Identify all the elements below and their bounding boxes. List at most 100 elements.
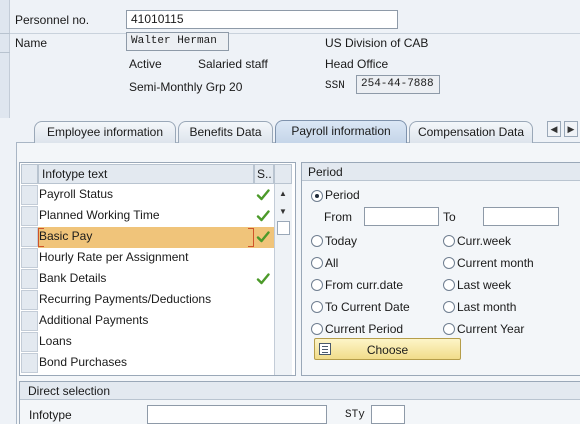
- left-side-strip: [0, 0, 10, 118]
- radio-label: Curr.week: [457, 234, 512, 248]
- column-header-label: S..: [257, 167, 272, 181]
- row-selector[interactable]: [21, 332, 38, 352]
- infotype-label: Basic Pay: [39, 229, 93, 243]
- personnel-no-value: 41010115: [131, 12, 184, 26]
- infotype-label: Hourly Rate per Assignment: [39, 250, 189, 264]
- scroll-down-icon[interactable]: ▼: [277, 206, 289, 218]
- ssn-field: 254-44-7888: [356, 75, 440, 94]
- focus-corner: [248, 228, 254, 247]
- table-row[interactable]: Loans: [38, 332, 274, 353]
- scroll-up-icon[interactable]: ▲: [277, 188, 289, 200]
- personnel-no-label: Personnel no.: [15, 13, 90, 27]
- row-selector[interactable]: [21, 353, 38, 373]
- strip-divider: [0, 33, 10, 34]
- period-group-title: Period: [302, 163, 580, 181]
- radio-label: All: [325, 256, 339, 270]
- employee-name-value: Walter Herman: [131, 35, 217, 47]
- table-row[interactable]: Payroll Status: [38, 185, 274, 206]
- tab-label: Employee information: [46, 125, 164, 139]
- caret-left-icon: ◀: [550, 124, 558, 134]
- employee-group: Salaried staff: [198, 57, 268, 71]
- infotype-label: Planned Working Time: [39, 208, 160, 222]
- table-header-selector[interactable]: [21, 164, 38, 184]
- tab-employee-information[interactable]: Employee information: [34, 121, 176, 143]
- direct-selection-title-text: Direct selection: [28, 384, 111, 398]
- infotype-label: Payroll Status: [39, 187, 114, 201]
- table-row[interactable]: Hourly Rate per Assignment: [38, 248, 274, 269]
- radio-curr-week[interactable]: [443, 235, 455, 247]
- to-date-input[interactable]: [483, 207, 559, 226]
- radio-last-week[interactable]: [443, 279, 455, 291]
- radio-all[interactable]: [311, 257, 323, 269]
- choose-button[interactable]: Choose: [314, 338, 461, 360]
- direct-selection-title: Direct selection: [20, 382, 580, 400]
- check-icon: [256, 273, 270, 285]
- radio-label: From curr.date: [325, 278, 404, 292]
- row-selector[interactable]: [21, 206, 38, 226]
- radio-today[interactable]: [311, 235, 323, 247]
- from-label: From: [324, 210, 352, 224]
- radio-to-current-date[interactable]: [311, 301, 323, 313]
- tab-label: Compensation Data: [417, 125, 525, 139]
- radio-label: Current Period: [325, 322, 404, 336]
- to-label: To: [443, 210, 456, 224]
- check-icon: [256, 210, 270, 222]
- table-row[interactable]: Bond Purchases: [38, 353, 274, 374]
- radio-label: Last month: [457, 300, 517, 314]
- table-row[interactable]: Recurring Payments/Deductions: [38, 290, 274, 311]
- row-selector[interactable]: [21, 248, 38, 268]
- radio-current-year[interactable]: [443, 323, 455, 335]
- list-icon: [319, 343, 331, 355]
- employee-name-field: Walter Herman: [126, 32, 229, 51]
- from-date-input[interactable]: [364, 207, 439, 226]
- caret-right-icon: ▶: [567, 124, 575, 134]
- tab-scroll-left-button[interactable]: ◀: [547, 121, 561, 137]
- radio-label: Last week: [457, 278, 512, 292]
- infotype-label: Recurring Payments/Deductions: [39, 292, 212, 306]
- row-selector[interactable]: [21, 290, 38, 310]
- row-selector[interactable]: [21, 311, 38, 331]
- personnel-no-input[interactable]: 41010115: [126, 10, 398, 29]
- table-row[interactable]: Bank Details: [38, 269, 274, 290]
- row-selector[interactable]: [21, 269, 38, 289]
- table-row[interactable]: Additional Payments: [38, 311, 274, 332]
- employment-status: Active: [129, 57, 162, 71]
- infotype-label: Additional Payments: [39, 313, 149, 327]
- infotype-input[interactable]: [147, 405, 327, 424]
- ssn-value: 254-44-7888: [361, 78, 434, 90]
- row-selector[interactable]: [21, 185, 38, 205]
- tab-compensation-data[interactable]: Compensation Data: [409, 121, 533, 143]
- table-row[interactable]: Planned Working Time: [38, 206, 274, 227]
- column-header-label: Infotype text: [42, 167, 108, 181]
- ssn-label: SSN: [325, 80, 345, 92]
- radio-label: Today: [325, 234, 358, 248]
- table-settings-corner[interactable]: [274, 164, 292, 184]
- period-radio[interactable]: [311, 190, 323, 202]
- scrollbar-thumb[interactable]: [277, 221, 290, 235]
- period-title-text: Period: [308, 165, 343, 179]
- check-icon: [256, 231, 270, 243]
- radio-label: Current Year: [457, 322, 525, 336]
- header-separator: [10, 33, 580, 34]
- radio-label: Current month: [457, 256, 534, 270]
- focus-corner: [38, 228, 44, 247]
- division: US Division of CAB: [325, 36, 429, 50]
- subtype-input[interactable]: [371, 405, 405, 424]
- location: Head Office: [325, 57, 389, 71]
- column-header-status[interactable]: S..: [254, 164, 274, 184]
- radio-current-period[interactable]: [311, 323, 323, 335]
- period-radio-label: Period: [325, 188, 360, 202]
- infotype-label: Loans: [39, 334, 72, 348]
- tab-payroll-information[interactable]: Payroll information: [275, 120, 407, 144]
- infotype-label: Bank Details: [39, 271, 107, 285]
- radio-last-month[interactable]: [443, 301, 455, 313]
- tab-label: Payroll information: [291, 124, 391, 138]
- column-header-infotype-text[interactable]: Infotype text: [38, 164, 254, 184]
- tab-label: Benefits Data: [189, 125, 262, 139]
- radio-from-curr-date[interactable]: [311, 279, 323, 291]
- row-selector[interactable]: [21, 227, 38, 247]
- radio-current-month[interactable]: [443, 257, 455, 269]
- tab-benefits-data[interactable]: Benefits Data: [178, 121, 273, 143]
- tab-scroll-right-button[interactable]: ▶: [564, 121, 578, 137]
- table-row[interactable]: Basic Pay: [38, 227, 274, 248]
